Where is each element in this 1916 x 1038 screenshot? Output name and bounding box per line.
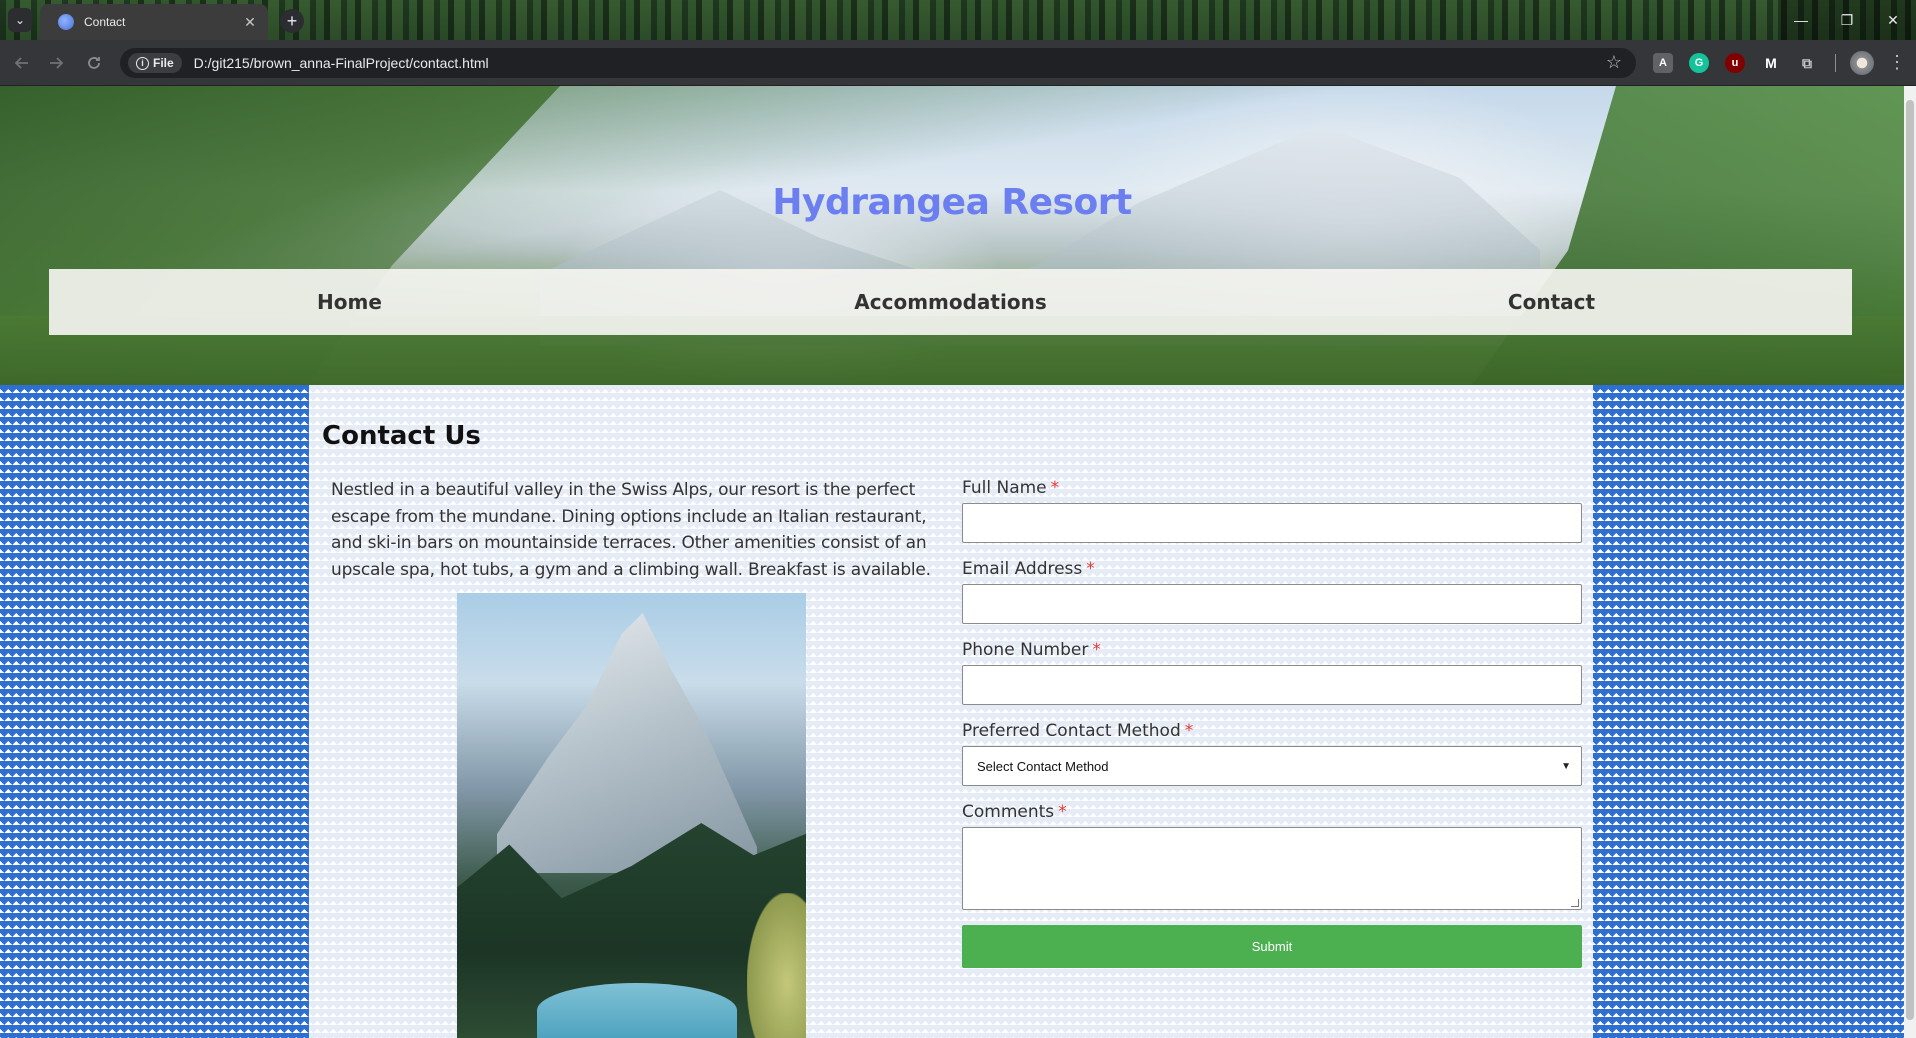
nav-link-home[interactable]: Home (49, 269, 650, 335)
back-icon[interactable] (10, 51, 34, 75)
page-viewport: Hydrangea Resort Home Accommodations Con… (0, 86, 1904, 1038)
photo-river (537, 983, 737, 1038)
close-window-button[interactable]: ✕ (1870, 0, 1916, 40)
menu-icon[interactable]: ⋮ (1888, 52, 1906, 73)
required-marker: * (1086, 559, 1095, 579)
contact-method-select[interactable]: Select Contact Method ▼ (962, 746, 1582, 786)
required-marker: * (1184, 721, 1194, 741)
favicon-icon (58, 14, 74, 30)
contact-method-label-text: Preferred Contact Method (962, 721, 1181, 741)
m-extension-icon[interactable]: M (1761, 53, 1781, 73)
browser-tab-contact[interactable]: Contact ✕ (40, 4, 268, 40)
mountain-photo (457, 593, 806, 1038)
main-area: Contact Us Nestled in a beautiful valley… (0, 385, 1904, 1038)
comments-label: Comments * (962, 801, 1582, 823)
full-name-label: Full Name * (962, 477, 1582, 499)
address-bar[interactable]: i File D:/git215/brown_anna-FinalProject… (120, 48, 1636, 78)
intro-paragraph: Nestled in a beautiful valley in the Swi… (331, 480, 931, 580)
main-nav: Home Accommodations Contact (49, 269, 1852, 335)
new-tab-button[interactable]: + (280, 9, 304, 33)
required-marker: * (1058, 802, 1067, 822)
chevron-down-icon: ▼ (1561, 760, 1571, 772)
required-marker: * (1050, 478, 1060, 498)
comments-label-text: Comments (962, 802, 1055, 822)
grammarly-extension-icon[interactable]: G (1689, 53, 1709, 73)
star-icon[interactable]: ☆ (1606, 52, 1622, 73)
tab-close-icon[interactable]: ✕ (242, 14, 258, 31)
browser-tab-strip: ⌄ Contact ✕ + — ❐ ✕ (0, 0, 1916, 40)
site-info-chip[interactable]: i File (128, 53, 182, 73)
site-title: Hydrangea Resort (772, 182, 1132, 223)
nav-link-accommodations[interactable]: Accommodations (650, 269, 1251, 335)
resize-grip-icon[interactable] (1571, 899, 1579, 907)
comments-textarea[interactable] (962, 827, 1582, 910)
toolbar-separator (1835, 54, 1836, 72)
nav-link-contact[interactable]: Contact (1251, 269, 1852, 335)
profile-icon[interactable] (1850, 51, 1874, 75)
restore-button[interactable]: ❐ (1824, 0, 1870, 40)
email-field[interactable] (962, 584, 1582, 624)
browser-toolbar: i File D:/git215/brown_anna-FinalProject… (0, 40, 1916, 86)
page-scrollbar[interactable] (1904, 86, 1916, 1038)
reload-icon[interactable] (82, 51, 106, 75)
tab-title: Contact (84, 15, 126, 29)
url-text: D:/git215/brown_anna-FinalProject/contac… (193, 55, 489, 71)
contact-form: Full Name * Email Address * Phone Number * … (962, 477, 1582, 968)
submit-button[interactable]: Submit (962, 925, 1582, 968)
file-chip-label: File (153, 56, 174, 70)
phone-label: Phone Number * (962, 639, 1582, 661)
required-marker: * (1092, 640, 1101, 660)
tab-list-icon[interactable]: ⌄ (8, 8, 32, 32)
email-label: Email Address * (962, 558, 1582, 580)
contact-method-label: Preferred Contact Method * (962, 720, 1582, 742)
page-heading: Contact Us (322, 421, 481, 451)
ublock-extension-icon[interactable]: u (1725, 53, 1745, 73)
email-label-text: Email Address (962, 559, 1083, 579)
reader-extension-icon[interactable]: A (1653, 53, 1673, 73)
info-icon: i (136, 56, 149, 70)
scrollbar-thumb[interactable] (1906, 100, 1914, 1020)
phone-label-text: Phone Number (962, 640, 1089, 660)
puzzle-extension-icon[interactable]: ⧉ (1797, 53, 1817, 73)
full-name-field[interactable] (962, 503, 1582, 543)
content-panel: Contact Us Nestled in a beautiful valley… (309, 385, 1593, 1038)
photo-bush (747, 893, 806, 1038)
forward-icon[interactable] (44, 51, 68, 75)
full-name-label-text: Full Name (962, 478, 1047, 498)
minimize-button[interactable]: — (1778, 0, 1824, 40)
contact-method-selected: Select Contact Method (977, 758, 1109, 774)
phone-field[interactable] (962, 665, 1582, 705)
hero-banner: Hydrangea Resort Home Accommodations Con… (0, 86, 1904, 385)
